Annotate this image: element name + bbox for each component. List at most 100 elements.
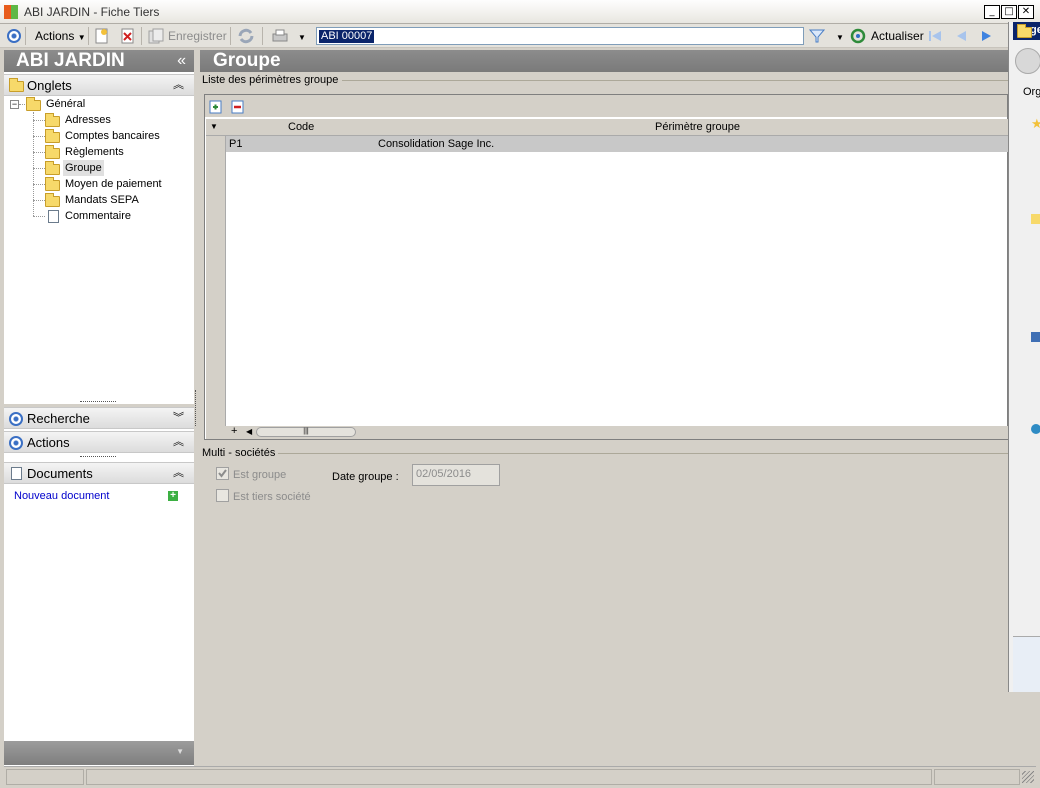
new-row-button[interactable]: + xyxy=(231,425,237,437)
date-groupe-field[interactable]: 02/05/2016 xyxy=(412,464,500,486)
toolbar-separator xyxy=(262,27,263,45)
folder-icon xyxy=(45,193,60,207)
cell-perimetre[interactable]: Consolidation Sage Inc. xyxy=(378,138,494,150)
tree-item-commentaire[interactable]: Commentaire xyxy=(65,208,131,224)
actions-section-header[interactable]: Actions ︽ xyxy=(4,431,194,453)
add-row-icon[interactable] xyxy=(209,99,223,117)
multi-societes-groupbox-title: Multi - sociétés xyxy=(202,447,276,459)
chevron-down-icon[interactable]: ▼ xyxy=(176,747,184,756)
add-document-icon[interactable]: + xyxy=(168,491,178,501)
back-button[interactable] xyxy=(1015,48,1040,74)
column-header-perimetre[interactable]: Périmètre groupe xyxy=(655,121,740,133)
refresh-icon[interactable] xyxy=(850,28,866,44)
next-record-icon[interactable] xyxy=(979,28,995,44)
search-section-icon xyxy=(9,412,23,426)
tree-item-reglements[interactable]: Règlements xyxy=(65,144,124,160)
collapse-panel-button[interactable]: « xyxy=(177,50,186,72)
dropdown-arrow-icon: ▼ xyxy=(77,33,86,42)
actions-menu-button[interactable]: Actions ▼ xyxy=(35,27,86,45)
chevron-up-icon[interactable]: ︽ xyxy=(173,75,184,96)
minimize-button[interactable]: _ xyxy=(984,5,1000,19)
title-bar: ABI JARDIN - Fiche Tiers _ □ ✕ xyxy=(0,0,1040,24)
previous-record-icon[interactable] xyxy=(953,28,969,44)
tree-connector xyxy=(33,152,45,153)
new-document-icon[interactable] xyxy=(95,28,111,44)
details-pane xyxy=(1013,636,1040,692)
tree-connector xyxy=(33,200,45,201)
network-icon[interactable] xyxy=(1031,424,1040,434)
chevron-down-icon[interactable]: ︾ xyxy=(173,408,184,429)
first-record-icon[interactable] xyxy=(927,28,943,44)
chevron-up-icon[interactable]: ︽ xyxy=(173,463,184,484)
tree-item-moyen-de-paiement[interactable]: Moyen de paiement xyxy=(65,176,162,192)
tiers-search-input[interactable]: ABI 00007 xyxy=(316,27,804,45)
grid-header: ▼ Code Périmètre groupe xyxy=(206,119,1008,136)
save-button[interactable]: Enregistrer xyxy=(168,27,227,45)
print-dropdown-arrow-icon[interactable]: ▼ xyxy=(298,33,306,42)
tree-item-groupe[interactable]: Groupe xyxy=(63,160,104,176)
cell-code[interactable]: P1 xyxy=(229,138,242,150)
filter-dropdown-arrow-icon[interactable]: ▼ xyxy=(836,33,844,42)
toolbar-separator xyxy=(25,27,26,45)
new-document-link[interactable]: Nouveau document xyxy=(14,490,109,502)
sync-icon[interactable] xyxy=(237,28,254,44)
tree-collapse-toggle[interactable]: − xyxy=(10,100,19,109)
tree-item-mandats-sepa[interactable]: Mandats SEPA xyxy=(65,192,139,208)
chevron-up-icon[interactable]: ︽ xyxy=(173,432,184,453)
save-icon xyxy=(148,28,164,44)
delete-row-icon[interactable] xyxy=(231,99,245,117)
close-button[interactable]: ✕ xyxy=(1018,5,1034,19)
tree-connector xyxy=(33,184,45,185)
computer-icon[interactable] xyxy=(1031,332,1040,342)
est-groupe-checkbox[interactable] xyxy=(216,467,229,480)
refresh-button[interactable]: Actualiser xyxy=(871,27,924,45)
tree-item-comptes-bancaires[interactable]: Comptes bancaires xyxy=(65,128,160,144)
tree-connector xyxy=(33,120,45,121)
folder-icon xyxy=(45,177,60,191)
organize-menu[interactable]: Org xyxy=(1023,86,1040,98)
toolbar-separator xyxy=(141,27,142,45)
vertical-splitter[interactable] xyxy=(195,390,198,426)
maximize-button[interactable]: □ xyxy=(1001,5,1017,19)
folder-item-icon[interactable] xyxy=(1031,214,1040,224)
list-groupbox-title: Liste des périmètres groupe xyxy=(202,74,339,86)
tree-item-adresses[interactable]: Adresses xyxy=(65,112,111,128)
tree-item-general[interactable]: Général xyxy=(46,96,85,112)
column-header-code[interactable]: Code xyxy=(288,121,314,133)
row-selector-column xyxy=(206,136,226,426)
toolbar: Actions ▼ Enregistrer ▼ ABI 00007 ▼ Actu… xyxy=(0,24,1010,48)
est-tiers-societe-label: Est tiers société xyxy=(233,491,311,503)
grid-footer: + ◀ ||| xyxy=(206,425,1008,439)
left-panel-footer-bar: ▼ xyxy=(4,741,194,765)
tabs-section-header[interactable]: Onglets ︽ xyxy=(4,74,194,96)
print-icon[interactable] xyxy=(271,28,288,44)
scroll-left-icon[interactable]: ◀ xyxy=(246,427,252,436)
documents-section-header[interactable]: Documents ︽ xyxy=(4,462,194,484)
column-chooser-icon[interactable]: ▼ xyxy=(210,122,218,131)
horizontal-scrollbar-thumb[interactable]: ||| xyxy=(256,427,356,437)
status-pane xyxy=(86,769,932,785)
folder-open-icon xyxy=(45,161,60,175)
search-section-header[interactable]: Recherche ︾ xyxy=(4,407,194,429)
date-groupe-value: 02/05/2016 xyxy=(416,468,472,480)
resize-grip-icon[interactable] xyxy=(1022,771,1034,783)
document-icon xyxy=(11,467,22,480)
folder-icon xyxy=(45,113,60,127)
actions-section-label: Actions xyxy=(27,435,70,450)
window-title: ABI JARDIN - Fiche Tiers xyxy=(24,5,160,19)
table-row[interactable]: P1 Consolidation Sage Inc. xyxy=(226,136,1008,152)
est-tiers-societe-checkbox[interactable] xyxy=(216,489,229,502)
favorites-star-icon[interactable]: ★ xyxy=(1031,116,1040,132)
groupbox-divider xyxy=(342,80,1008,81)
filter-icon[interactable] xyxy=(808,28,826,44)
panel-splitter-grip[interactable] xyxy=(80,456,116,459)
page-title: Groupe xyxy=(200,50,1008,72)
toolbar-separator xyxy=(230,27,231,45)
company-name: ABI JARDIN xyxy=(16,50,125,71)
folder-icon xyxy=(1017,24,1032,38)
tabs-tree: − Général Adresses Comptes bancaires Règ… xyxy=(8,96,192,396)
tree-connector xyxy=(19,104,25,105)
actions-section-icon xyxy=(9,436,23,450)
delete-icon[interactable] xyxy=(121,28,137,44)
actions-menu-icon[interactable] xyxy=(7,29,21,43)
